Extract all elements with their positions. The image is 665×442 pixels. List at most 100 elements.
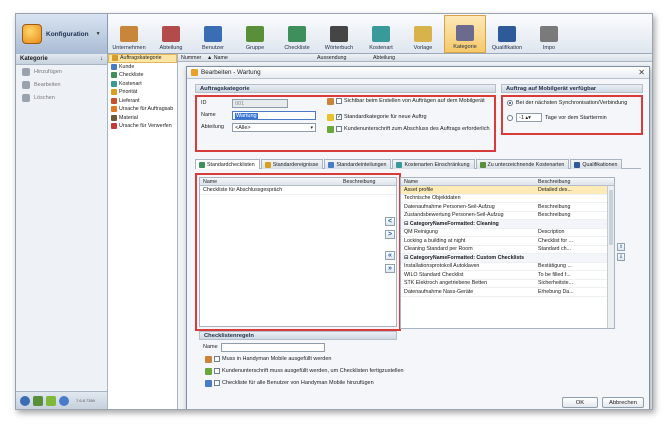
pin-icon[interactable]: ↓: [100, 56, 103, 62]
help-icon[interactable]: [20, 395, 30, 406]
category-item[interactable]: Ursache für Verwerfen: [108, 122, 177, 131]
tab-zu-unterzeichnende-kostenarten[interactable]: Zu unterzeichnende Kostenarten: [475, 159, 570, 169]
ribbon-qualifikation-button[interactable]: Qualifikation: [486, 15, 528, 53]
section-order-category: Auftragskategorie: [195, 84, 496, 93]
checkbox-box[interactable]: [336, 126, 342, 132]
checkbox-box[interactable]: [336, 98, 342, 104]
category-item[interactable]: Lieferant: [108, 97, 177, 106]
remove-button[interactable]: >: [385, 230, 395, 239]
col-description[interactable]: Beschreibung: [535, 178, 573, 185]
grid-icon[interactable]: [33, 395, 43, 406]
table-row[interactable]: QM Reinigung Description: [401, 229, 614, 237]
days-stepper[interactable]: -1 ▴▾: [516, 113, 542, 122]
table-row[interactable]: Zustandsbewertung Personen-Seil-Aufzug Be…: [401, 212, 614, 220]
table-row[interactable]: Asset profile Detailed des...: [401, 186, 614, 195]
cell-name: Technische Objektdaten: [404, 195, 461, 202]
rule-mobile-required-checkbox[interactable]: Muss in Handyman Mobile ausgefüllt werde…: [205, 356, 331, 363]
default-category-checkbox[interactable]: Standardkategorie für neue Auftrg: [327, 114, 493, 121]
col-name[interactable]: Name: [401, 178, 535, 185]
ok-button[interactable]: OK: [562, 397, 598, 408]
ribbon-unternehmen-button[interactable]: Unternehmen: [108, 15, 150, 53]
ribbon-vorlage-button[interactable]: Vorlage: [402, 15, 444, 53]
nav-item-hinzufügen[interactable]: Hinzufügen: [16, 65, 107, 78]
tab-standardereignisse[interactable]: Standardereignisse: [260, 159, 324, 169]
rule-mobile-required-label: Muss in Handyman Mobile ausgefüllt werde…: [222, 356, 332, 362]
add-all-button[interactable]: «: [385, 251, 395, 260]
nav-header: Kategorie ↓: [16, 54, 107, 65]
close-icon[interactable]: ✕: [638, 68, 645, 77]
checkbox-box[interactable]: [214, 368, 220, 374]
tab-qualifikationen[interactable]: Qualifikationen: [570, 159, 623, 169]
plugin-icon[interactable]: [46, 395, 56, 406]
ribbon-impo-button[interactable]: Impo: [528, 15, 570, 53]
category-item[interactable]: Ursache für Auftragsab: [108, 105, 177, 114]
category-label: Ursache für Verwerfen: [119, 123, 172, 130]
radio-days-before[interactable]: -1 ▴▾ Tage vor dem Starttermin: [507, 113, 607, 122]
name-field[interactable]: Wartung: [232, 111, 316, 120]
col-name[interactable]: ▲ Name: [204, 54, 314, 61]
tab-standardchecklisten[interactable]: Standardchecklisten: [195, 159, 260, 169]
move-down-icon[interactable]: ⇩: [617, 253, 625, 261]
cell-description: Checklist for ...: [538, 237, 574, 244]
visible-mobile-checkbox[interactable]: Sichtbar beim Erstellen von Aufträgen au…: [327, 98, 493, 105]
table-row[interactable]: WILO Standard Checklist To be filled f...: [401, 271, 614, 280]
nav-item-bearbeiten[interactable]: Bearbeiten: [16, 78, 107, 91]
add-button[interactable]: <: [385, 217, 395, 226]
col-aussendung[interactable]: Aussendung: [314, 54, 370, 61]
category-label: Kunde: [119, 63, 135, 70]
cell-description: Sicherheitste...: [538, 280, 574, 287]
department-select[interactable]: <Alle> ▾: [232, 123, 316, 132]
group-row[interactable]: ⊟ CategoryNameFormatted: Cleaning: [401, 220, 614, 229]
category-item[interactable]: Auftragskategorie: [108, 54, 177, 63]
checkbox-box[interactable]: [336, 114, 342, 120]
table-row[interactable]: Technische Objektdaten: [401, 195, 614, 203]
table-row[interactable]: Cleaning Standard per Room Standard ch...: [401, 246, 614, 254]
chevron-down-icon[interactable]: ▼: [96, 31, 101, 37]
table-row[interactable]: Datenaufnahme Personen-Seil-Aufzug Beschr…: [401, 203, 614, 212]
category-item[interactable]: Priorität: [108, 88, 177, 97]
rules-name-field[interactable]: [221, 343, 325, 352]
tab-standardeinteilungen[interactable]: Standardeinteilungen: [324, 159, 392, 169]
category-item[interactable]: Material: [108, 114, 177, 123]
ribbon-kostenart-button[interactable]: Kostenart: [360, 15, 402, 53]
signature-checkbox[interactable]: Kundenunterschrift zum Abschluss des Auf…: [327, 126, 493, 133]
ribbon-abteilung-button[interactable]: Abteilung: [150, 15, 192, 53]
cancel-button[interactable]: Abbrechen: [602, 397, 644, 408]
col-nummer[interactable]: Nummer: [178, 54, 204, 61]
name-value: Wartung: [235, 113, 258, 119]
table-row[interactable]: Locking a building at night Checklist for…: [401, 237, 614, 246]
checkbox-box[interactable]: [214, 380, 220, 386]
remove-all-button[interactable]: »: [385, 264, 395, 273]
category-item[interactable]: Checkliste: [108, 71, 177, 80]
ribbon-benutzer-button[interactable]: Benutzer: [192, 15, 234, 53]
ribbon-label: Abteilung: [159, 45, 183, 51]
category-label: Ursache für Auftragsab: [119, 106, 174, 113]
ribbon-checkliste-button[interactable]: Checkliste: [276, 15, 318, 53]
category-item[interactable]: Kostenart: [108, 80, 177, 89]
radio-dot[interactable]: [507, 114, 513, 121]
radio-dot[interactable]: [507, 100, 513, 106]
category-item[interactable]: Kunde: [108, 63, 177, 72]
ribbon-wörterbuch-button[interactable]: Wörterbuch: [318, 15, 360, 53]
group-row[interactable]: ⊟ CategoryNameFormatted: Custom Checklis…: [401, 254, 614, 263]
table-row[interactable]: Datenaufnahme Nass-Geräte Erhebung Da...: [401, 288, 614, 297]
scrollbar-thumb[interactable]: [609, 190, 613, 245]
nav-item-löschen[interactable]: Löschen: [16, 91, 107, 104]
department-value: <Alle>: [235, 125, 251, 131]
radio-next-sync-label: Bei der nächsten Synchronisation/Verbind…: [516, 100, 628, 106]
move-up-icon[interactable]: ⇧: [617, 243, 625, 251]
globe-icon[interactable]: [59, 395, 69, 406]
rule-signature-checkbox[interactable]: Kundenunterschrift muss ausgefüllt werde…: [205, 368, 404, 375]
radio-next-sync[interactable]: Bei der nächsten Synchronisation/Verbind…: [507, 100, 627, 106]
app-header[interactable]: Konfiguration ▼: [16, 14, 108, 54]
table-row[interactable]: Installationsprotokoll Autoklaven Bestäti…: [401, 263, 614, 271]
table-row[interactable]: STK Elektroch angetriebene Betten Sicherh…: [401, 280, 614, 288]
rule-all-users-checkbox[interactable]: Checkliste für alle Benutzer von Handyma…: [205, 380, 374, 387]
col-abteilung[interactable]: Abteilung: [370, 54, 430, 61]
ribbon-gruppe-button[interactable]: Gruppe: [234, 15, 276, 53]
tab-icon: [264, 162, 271, 168]
checkbox-box[interactable]: [214, 356, 220, 362]
vertical-scrollbar[interactable]: [607, 186, 614, 328]
ribbon-kategorie-button[interactable]: Kategorie: [444, 15, 486, 53]
tab-kostenarten-einschränkung[interactable]: Kostenarten Einschränkung: [392, 159, 475, 169]
